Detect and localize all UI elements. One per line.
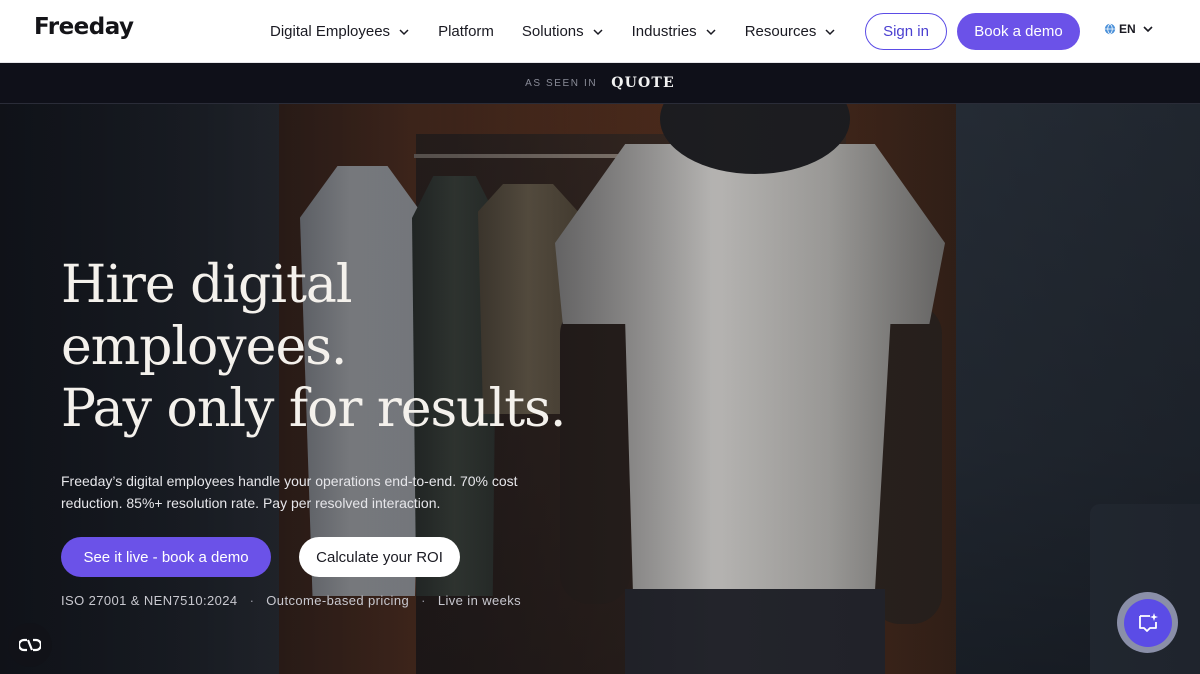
nav-item-label: Resources [744, 23, 817, 40]
headline-line: Hire digital [61, 255, 353, 315]
press-bar-label: AS SEEN IN [525, 77, 598, 89]
chevron-down-icon [1143, 26, 1153, 33]
chevron-down-icon [706, 28, 716, 35]
chevron-down-icon [593, 28, 603, 35]
book-demo-cta-button[interactable]: See it live - book a demo [61, 537, 271, 577]
calculate-roi-button[interactable]: Calculate your ROI [299, 537, 460, 577]
cookie-settings-icon [19, 638, 41, 652]
hero-subtext: Freeday’s digital employees handle your … [61, 473, 518, 511]
headline-line: Pay only for results. [61, 379, 566, 439]
nav-item-industries[interactable]: Industries [632, 23, 717, 40]
nav-item-digital-employees[interactable]: Digital Employees [270, 23, 410, 40]
chat-widget-button[interactable] [1117, 592, 1178, 653]
headline-line: employees. [61, 317, 347, 377]
chat-widget-inner [1123, 598, 1172, 647]
nav-item-label: Platform [438, 23, 494, 40]
freeday-logo[interactable]: Freeday [34, 14, 134, 40]
main-menu: Digital Employees Platform Solutions Ind… [270, 0, 864, 63]
nav-item-label: Solutions [521, 23, 584, 40]
book-demo-button[interactable]: Book a demo [957, 13, 1080, 50]
top-navigation: Freeday Digital Employees Platform Solut… [0, 0, 1200, 63]
nav-item-resources[interactable]: Resources [745, 23, 837, 40]
chevron-down-icon [825, 28, 835, 35]
press-bar: AS SEEN IN QUOTE [0, 63, 1200, 104]
globe-icon [1104, 23, 1116, 35]
hero-section: Hire digital employees. Pay only for res… [0, 104, 1200, 674]
chevron-down-icon [399, 28, 409, 35]
badge-separator: · [421, 593, 426, 608]
chat-sparkle-icon [1138, 612, 1158, 632]
nav-item-label: Digital Employees [270, 23, 391, 40]
badge-iso: ISO 27001 & NEN7510:2024 [61, 593, 238, 608]
press-outlet-logo: QUOTE [611, 75, 675, 91]
hero-headline: Hire digital employees. Pay only for res… [61, 254, 621, 440]
badge-separator: · [249, 593, 255, 608]
cookie-settings-button[interactable] [8, 623, 52, 667]
trust-badges: ISO 27001 & NEN7510:2024 · Outcome-based… [61, 593, 521, 608]
badge-live: Live in weeks [437, 593, 522, 608]
badge-pricing: Outcome-based pricing [266, 593, 410, 608]
nav-item-label: Industries [631, 23, 697, 40]
nav-item-solutions[interactable]: Solutions [522, 23, 604, 40]
language-selector[interactable]: EN [1104, 22, 1154, 36]
nav-item-platform[interactable]: Platform [438, 23, 494, 40]
sign-in-button[interactable]: Sign in [865, 13, 947, 50]
language-label: EN [1119, 22, 1136, 36]
